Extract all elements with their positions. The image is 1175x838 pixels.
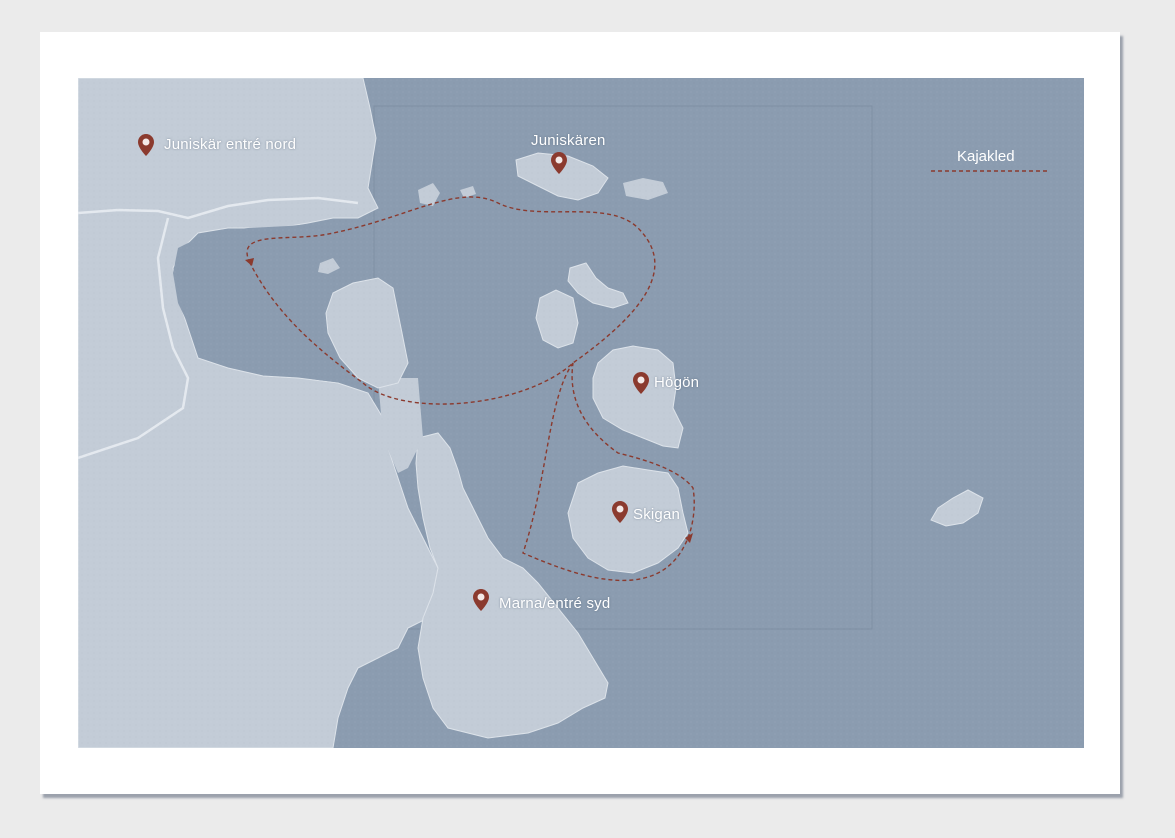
place-label-marna-entre-syd[interactable]: Marna/entré syd: [499, 595, 610, 612]
location-pin-icon[interactable]: [551, 152, 567, 174]
place-label-skigan[interactable]: Skigan: [633, 506, 680, 523]
legend-label: Kajakled: [957, 148, 1015, 165]
place-label-hogon[interactable]: Högön: [654, 374, 699, 391]
place-label-juniskaren[interactable]: Juniskären: [531, 132, 606, 149]
location-pin-icon[interactable]: [612, 501, 628, 523]
location-pin-icon[interactable]: [473, 589, 489, 611]
map-canvas[interactable]: Juniskär entré nord Juniskären Högön Ski…: [78, 78, 1084, 748]
map-svg: [78, 78, 1084, 748]
place-label-juniskar-entre-nord[interactable]: Juniskär entré nord: [164, 136, 296, 153]
location-pin-icon[interactable]: [138, 134, 154, 156]
location-pin-icon[interactable]: [633, 372, 649, 394]
